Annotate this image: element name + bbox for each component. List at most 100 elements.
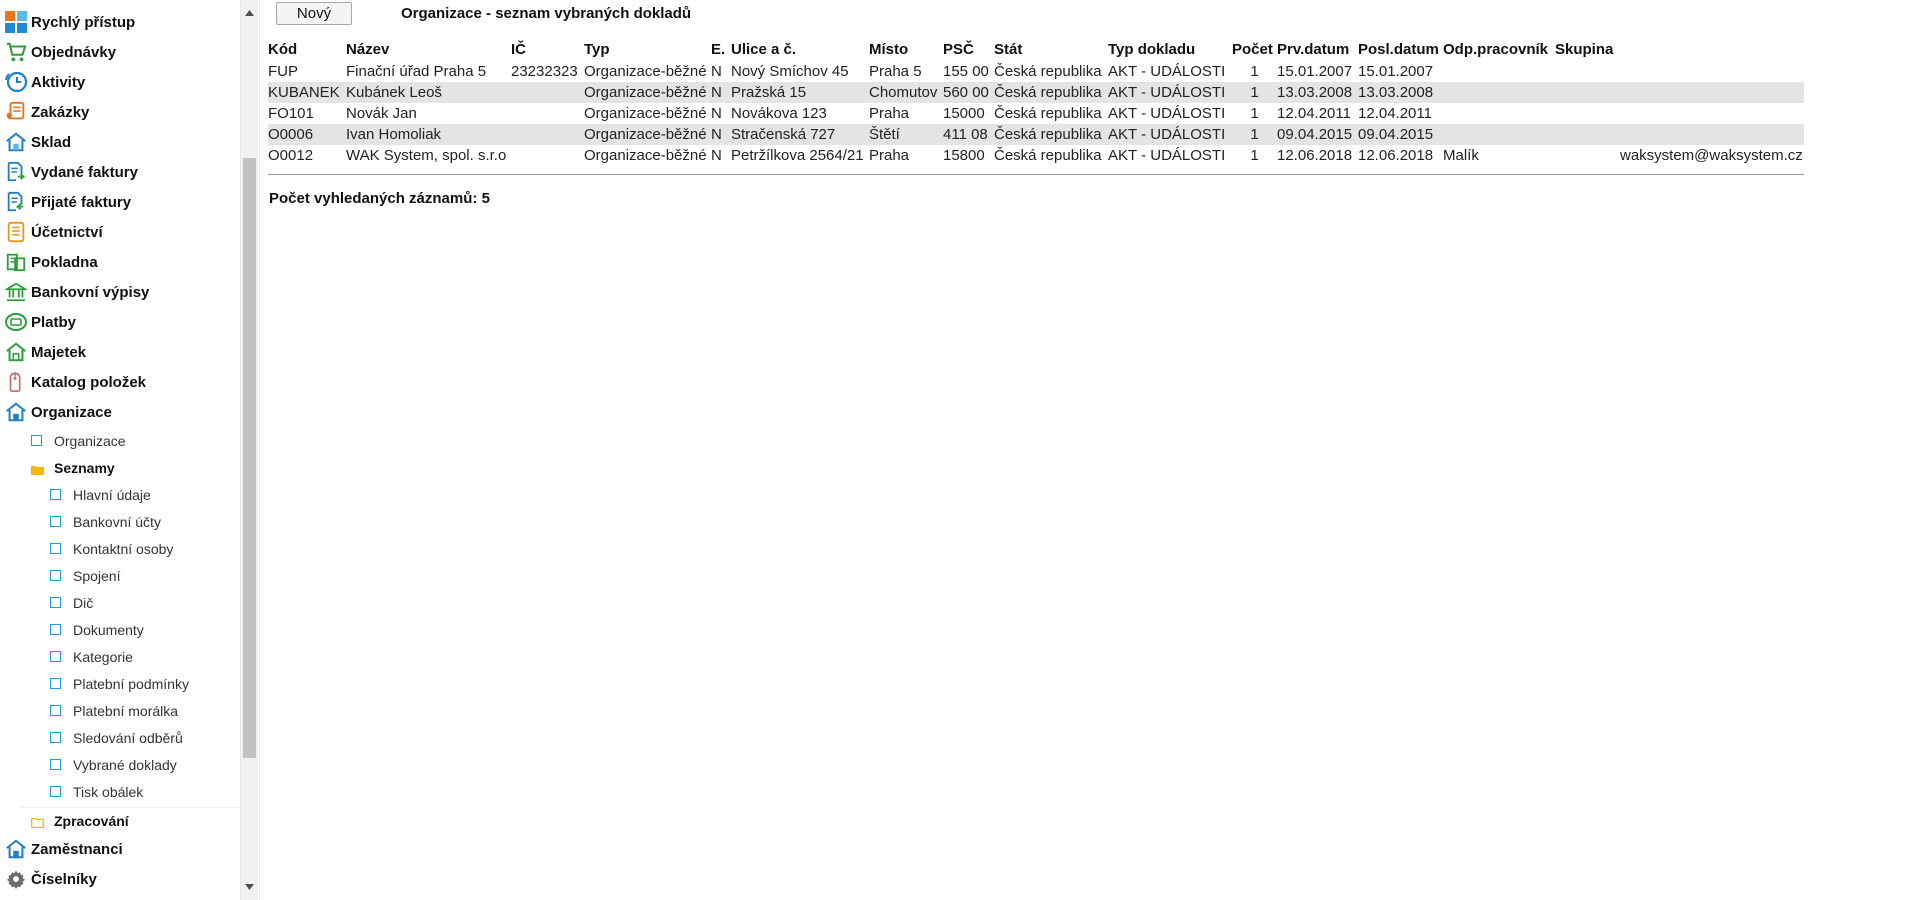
cell-email	[1620, 124, 1802, 145]
column-header-kod[interactable]: Kód	[268, 39, 346, 61]
table-row[interactable]: O0012 WAK System, spol. s.r.o Organizace-b…	[268, 145, 1804, 166]
sidebar-item-rychly-pristup[interactable]: Rychlý přístup	[0, 7, 240, 37]
sidebar-item-zakazky[interactable]: Zakázky	[0, 97, 240, 127]
column-header-stat[interactable]: Stát	[994, 39, 1108, 61]
cell-nazev: Kubánek Leoš	[346, 84, 442, 101]
square-bullet-icon	[50, 624, 61, 635]
column-header-email[interactable]	[1620, 39, 1802, 61]
sidebar-item-majetek[interactable]: Majetek	[0, 337, 240, 367]
column-header-nazev[interactable]: Název	[346, 39, 511, 61]
column-header-skupina[interactable]: Skupina	[1555, 39, 1620, 61]
cell-skupina	[1555, 82, 1620, 103]
square-bullet-icon	[50, 489, 61, 500]
table-row[interactable]: FO101 Novák Jan Organizace-běžné N Novákova …	[268, 103, 1804, 124]
sidebar-sub-hlavni-udaje[interactable]: Hlavní údaje	[50, 481, 151, 508]
cell-stat: Česká republika	[994, 84, 1102, 101]
sidebar-sub-dic[interactable]: Dič	[50, 589, 93, 616]
sidebar-item-ciselniky[interactable]: Číselníky	[0, 864, 240, 894]
new-button[interactable]: Nový	[276, 2, 352, 25]
cell-posl-datum: 13.03.2008	[1358, 84, 1434, 101]
sidebar-sub-organizace[interactable]: Organizace	[31, 427, 126, 454]
sidebar-sub-sledovani-odberu[interactable]: Sledování odběrů	[50, 724, 183, 751]
column-header-typ-dokladu[interactable]: Typ dokladu	[1108, 39, 1232, 61]
sidebar-item-prijate-faktury[interactable]: Přijaté faktury	[0, 187, 240, 217]
sidebar-sub-platebni-podminky[interactable]: Platební podmínky	[50, 670, 189, 697]
column-header-misto[interactable]: Místo	[869, 39, 943, 61]
cell-e: N	[711, 147, 722, 164]
cell-e: N	[711, 126, 722, 143]
cell-odp-pracovnik	[1443, 103, 1555, 124]
cell-nazev: Novák Jan	[346, 105, 417, 122]
cell-stat: Česká republika	[994, 63, 1102, 80]
sidebar-sub-bankovni-ucty[interactable]: Bankovní účty	[50, 508, 161, 535]
column-header-e[interactable]: E.	[711, 39, 731, 61]
column-header-prv-datum[interactable]: Prv.datum	[1277, 39, 1358, 61]
sidebar-sub-tisk-obalek[interactable]: Tisk obálek	[50, 778, 143, 805]
sidebar-sub-dokumenty[interactable]: Dokumenty	[50, 616, 144, 643]
column-header-ic[interactable]: IČ	[511, 39, 584, 61]
column-header-typ[interactable]: Typ	[584, 39, 711, 61]
square-bullet-icon	[50, 705, 61, 716]
sidebar-item-label: Účetnictví	[31, 223, 103, 241]
scroll-up-arrow-icon[interactable]	[241, 4, 258, 22]
sidebar-item-label: Objednávky	[31, 43, 117, 61]
sidebar-item-sklad[interactable]: Sklad	[0, 127, 240, 157]
sidebar-folder-zpracovani[interactable]: Zpracování	[31, 807, 129, 834]
sidebar-item-katalog-polozek[interactable]: Katalog položek	[0, 367, 240, 397]
sidebar-item-aktivity[interactable]: Aktivity	[0, 67, 240, 97]
scrollbar-thumb[interactable]	[243, 158, 256, 758]
sidebar-item-label: Bankovní výpisy	[31, 283, 150, 301]
cell-stat: Česká republika	[994, 126, 1102, 143]
orders-document-icon	[3, 99, 29, 125]
table-row[interactable]: KUBANEK Kubánek Leoš Organizace-běžné N Praž…	[268, 82, 1804, 103]
sidebar-item-organizace[interactable]: Organizace	[0, 397, 240, 427]
price-tag-icon	[3, 369, 29, 395]
sidebar-item-bankovni-vypisy[interactable]: Bankovní výpisy	[0, 277, 240, 307]
sidebar-scrollbar[interactable]	[240, 0, 258, 900]
cell-prv-datum: 13.03.2008	[1277, 84, 1353, 101]
table-row[interactable]: O0006 Ivan Homoliak Organizace-běžné N Strač…	[268, 124, 1804, 145]
square-bullet-icon	[50, 651, 61, 662]
sidebar-item-pokladna[interactable]: Pokladna	[0, 247, 240, 277]
column-header-pocet[interactable]: Počet	[1232, 39, 1277, 61]
column-header-posl-datum[interactable]: Posl.datum	[1358, 39, 1443, 61]
column-header-psc[interactable]: PSČ	[943, 39, 994, 61]
square-bullet-icon	[50, 759, 61, 770]
sidebar-item-label: Zakázky	[31, 103, 90, 121]
divider	[259, 0, 260, 900]
ledger-icon	[3, 219, 29, 245]
cell-psc: 15000	[943, 105, 985, 122]
sidebar-sub-kategorie[interactable]: Kategorie	[50, 643, 133, 670]
sidebar-sub-kontaktni-osoby[interactable]: Kontaktní osoby	[50, 535, 173, 562]
cell-prv-datum: 12.04.2011	[1277, 105, 1351, 122]
sidebar-sub-platebni-moralka[interactable]: Platební morálka	[50, 697, 178, 724]
cell-misto: Praha	[869, 147, 910, 164]
sidebar-sub-spojeni[interactable]: Spojení	[50, 562, 120, 589]
sidebar-item-ucetnictvi[interactable]: Účetnictví	[0, 217, 240, 247]
square-bullet-icon	[50, 678, 61, 689]
sidebar-sub-vybrane-doklady[interactable]: Vybrané doklady	[50, 751, 177, 778]
sidebar-folder-seznamy[interactable]: Seznamy	[31, 454, 115, 481]
scroll-down-arrow-icon[interactable]	[241, 878, 258, 896]
sidebar-item-zamestnanci[interactable]: Zaměstnanci	[0, 834, 240, 864]
cell-email: waksystem@waksystem.cz	[1620, 147, 1802, 164]
sidebar-item-vydane-faktury[interactable]: Vydané faktury	[0, 157, 240, 187]
folder-open-icon	[31, 462, 44, 475]
cell-psc: 155 00	[943, 63, 989, 80]
column-header-odp-pracovnik[interactable]: Odp.pracovník	[1443, 39, 1555, 61]
column-header-ulice[interactable]: Ulice a č.	[731, 39, 869, 61]
sidebar: Rychlý přístup Objednávky Aktivity Zakáz…	[0, 0, 240, 900]
square-bullet-icon	[50, 570, 61, 581]
cell-prv-datum: 15.01.2007	[1277, 63, 1353, 80]
square-bullet-icon	[50, 516, 61, 527]
sidebar-item-objednavky[interactable]: Objednávky	[0, 37, 240, 67]
cell-typ-dokladu: AKT - UDÁLOSTI	[1108, 63, 1226, 80]
warehouse-house-icon	[3, 129, 29, 155]
sidebar-item-platby[interactable]: Platby	[0, 307, 240, 337]
table-row[interactable]: FUP Finační úřad Praha 5 23232323 Organizac…	[268, 61, 1804, 82]
cell-ic	[511, 145, 584, 166]
cell-ulice: Nový Smíchov 45	[731, 63, 849, 80]
employees-house-icon	[3, 836, 29, 862]
cell-stat: Česká republika	[994, 105, 1102, 122]
sidebar-item-label: Číselníky	[31, 870, 97, 888]
